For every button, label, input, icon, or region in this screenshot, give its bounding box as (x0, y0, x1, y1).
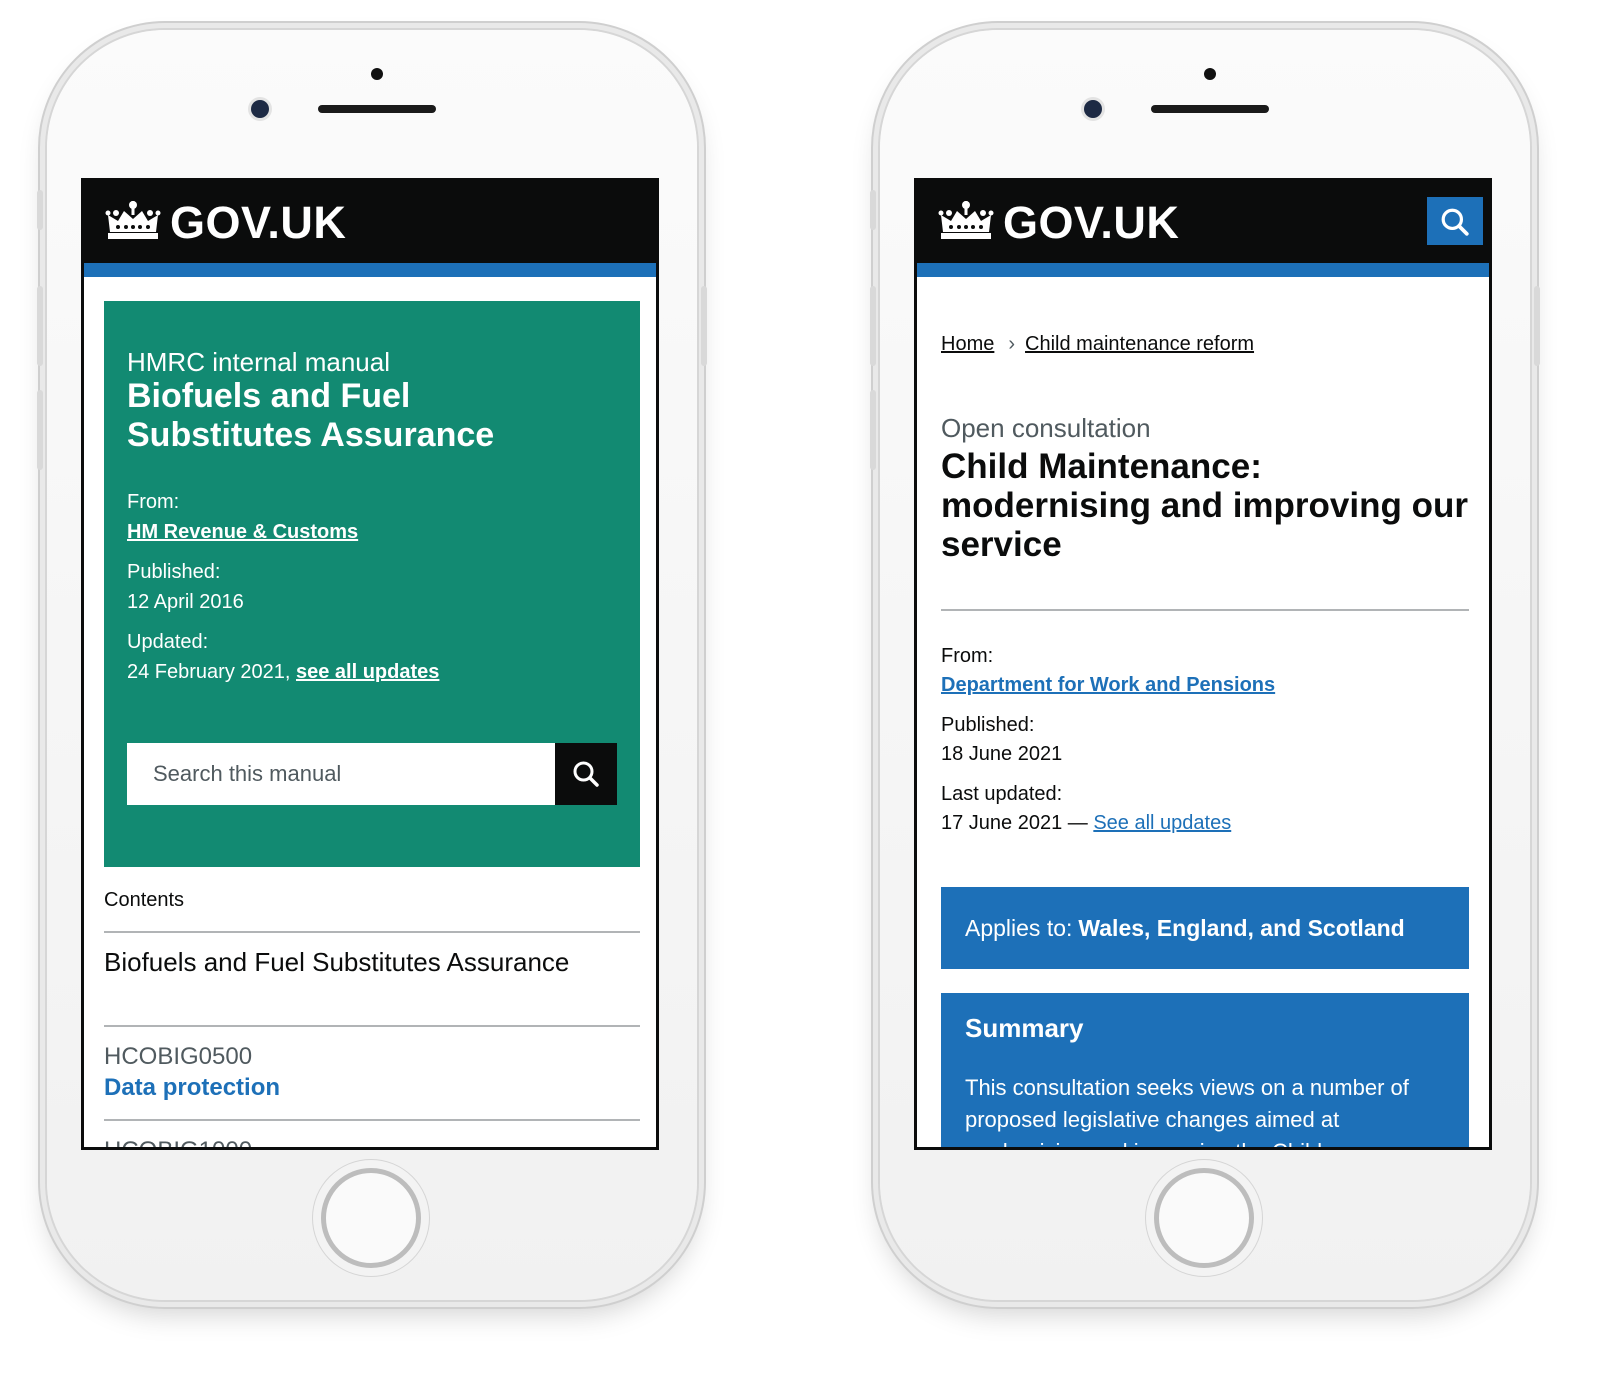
breadcrumb-home-link[interactable]: Home (941, 333, 994, 355)
from-label: From: (127, 491, 180, 513)
updated-line: 17 June 2021 — See all updates (941, 812, 1231, 835)
section-divider (104, 1119, 640, 1121)
govuk-header: GOV.UK (84, 181, 656, 263)
updated-date: 24 February 2021, (127, 661, 296, 683)
govuk-header: GOV.UK (917, 181, 1489, 263)
volume-down-button (37, 390, 43, 470)
see-all-updates-link[interactable]: See all updates (1093, 812, 1231, 834)
front-camera (1084, 100, 1102, 118)
chevron-right-icon: › (1008, 333, 1016, 355)
contents-divider (104, 931, 640, 933)
applies-to-banner: Applies to: Wales, England, and Scotland (941, 887, 1469, 969)
front-camera (251, 100, 269, 118)
contents-title: Biofuels and Fuel Substitutes Assurance (104, 947, 570, 977)
search-manual-input[interactable]: Search this manual (127, 743, 555, 805)
summary-text: This consultation seeks views on a numbe… (965, 1075, 1409, 1147)
govuk-logo-text[interactable]: GOV.UK (1003, 197, 1179, 249)
crown-logo-icon (938, 201, 994, 239)
section-code: HCOBIG0500 (104, 1043, 253, 1070)
earpiece-speaker (1151, 105, 1269, 113)
organisation-link[interactable]: Department for Work and Pensions (941, 674, 1275, 696)
section-code: HCOBIG1000 (104, 1137, 252, 1147)
home-button[interactable] (321, 1168, 421, 1268)
breadcrumb: Home › Child maintenance reform (941, 333, 1254, 356)
published-date: 12 April 2016 (127, 591, 244, 613)
page-title: Child Maintenance: modernising and impro… (941, 447, 1468, 564)
phone-frame-right: GOV.UK Home › Child maintenance reform Ope… (870, 30, 1540, 1300)
breadcrumb-child-maintenance-link[interactable]: Child maintenance reform (1025, 333, 1254, 355)
mute-switch (37, 190, 43, 230)
document-type-caption: Open consultation (941, 413, 1151, 443)
published-date: 18 June 2021 (941, 743, 1063, 765)
govuk-logo-text[interactable]: GOV.UK (170, 197, 346, 249)
applies-to-nations: Wales, England, and Scotland (1078, 915, 1405, 941)
mute-switch (870, 190, 876, 230)
screen-right: GOV.UK Home › Child maintenance reform Ope… (914, 178, 1492, 1150)
volume-up-button (870, 286, 876, 366)
applies-to-label: Applies to: (965, 915, 1073, 941)
search-icon (573, 761, 599, 787)
updated-date: 17 June 2021 — (941, 812, 1094, 834)
crown-logo-icon (105, 201, 161, 239)
power-button (701, 286, 707, 366)
title-divider (941, 609, 1469, 611)
section-divider (104, 1025, 640, 1027)
screen-left: GOV.UK HMRC internal manual Biofuels and… (81, 178, 659, 1150)
volume-down-button (870, 390, 876, 470)
header-search-button[interactable] (1427, 197, 1483, 245)
summary-heading: Summary (965, 1013, 1084, 1043)
power-button (1534, 286, 1540, 366)
from-label: From: (941, 645, 994, 667)
section-link-data-protection[interactable]: Data protection (104, 1074, 280, 1102)
updated-label: Last updated: (941, 783, 1063, 805)
manual-header-panel: HMRC internal manual Biofuels and Fuel S… (104, 301, 640, 867)
header-blue-bar (917, 263, 1489, 277)
search-manual-button[interactable] (555, 743, 617, 805)
header-blue-bar (84, 263, 656, 277)
proximity-sensor (371, 68, 383, 80)
published-label: Published: (127, 561, 221, 583)
phone-frame-left: GOV.UK HMRC internal manual Biofuels and… (37, 30, 707, 1300)
see-all-updates-link[interactable]: see all updates (296, 661, 439, 683)
updated-line: 24 February 2021, see all updates (127, 661, 439, 684)
volume-up-button (37, 286, 43, 366)
contents-label: Contents (104, 889, 185, 911)
updated-label: Updated: (127, 631, 209, 653)
organisation-link[interactable]: HM Revenue & Customs (127, 521, 358, 543)
manual-caption: HMRC internal manual (127, 347, 390, 377)
summary-panel: Summary This consultation seeks views on… (941, 993, 1469, 1147)
published-label: Published: (941, 714, 1035, 736)
page-title: Biofuels and Fuel Substitutes Assurance (127, 377, 495, 454)
home-button[interactable] (1154, 1168, 1254, 1268)
proximity-sensor (1204, 68, 1216, 80)
earpiece-speaker (318, 105, 436, 113)
search-icon (1441, 208, 1469, 236)
